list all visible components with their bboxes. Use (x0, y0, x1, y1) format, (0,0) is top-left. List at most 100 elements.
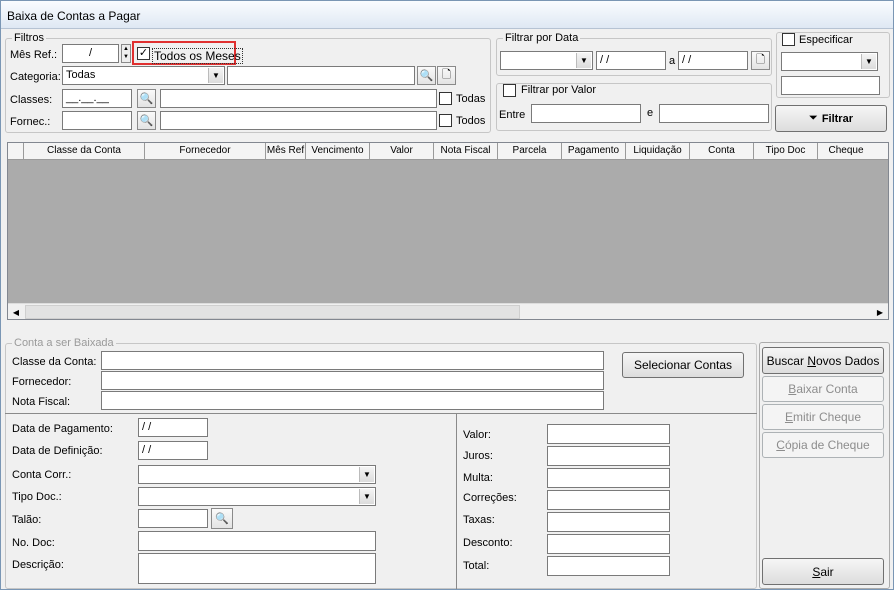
document-icon[interactable]: 🗋 (437, 66, 456, 85)
fornecedor-label: Fornecedor: (12, 376, 72, 388)
juros-input[interactable] (547, 446, 670, 466)
tipo-doc-select[interactable]: ▼ (138, 487, 376, 506)
data-type-select[interactable]: ▼ (500, 51, 593, 70)
data-pagamento-label: Data de Pagamento: (12, 423, 113, 435)
column-divider (456, 413, 457, 589)
grid-col-fornecedor[interactable]: Fornecedor (145, 143, 266, 159)
chevron-down-icon[interactable]: ▼ (359, 467, 374, 482)
especificar-checkbox[interactable] (782, 33, 795, 46)
classes-description[interactable] (160, 89, 437, 108)
contas-grid[interactable]: Classe da Conta Fornecedor Mês Ref Venci… (7, 142, 889, 320)
todos-meses-label[interactable]: Todos os Meses (152, 48, 243, 64)
grid-col-pagamento[interactable]: Pagamento (562, 143, 626, 159)
fornec-label: Fornec.: (10, 116, 51, 128)
scroll-right-icon[interactable]: ▶ (872, 304, 888, 320)
grid-col-selector[interactable] (8, 143, 24, 159)
mes-ref-spinner[interactable]: ▲ ▼ (121, 44, 131, 63)
grid-col-valor[interactable]: Valor (370, 143, 434, 159)
sair-label-accel: S (812, 564, 821, 579)
no-doc-input[interactable] (138, 531, 376, 551)
grid-col-conta[interactable]: Conta (690, 143, 754, 159)
copia-cheque-button[interactable]: Cópia de Cheque (762, 432, 884, 458)
conta-corr-label: Conta Corr.: (12, 469, 72, 481)
buscar-label-accel: N (807, 353, 816, 368)
binoculars-icon[interactable]: 🔍 (417, 66, 436, 85)
valor-input[interactable] (547, 424, 670, 444)
chevron-down-icon[interactable]: ▼ (208, 68, 223, 83)
especificar-select[interactable]: ▼ (781, 52, 878, 71)
desconto-input[interactable] (547, 534, 670, 554)
grid-col-liquidacao[interactable]: Liquidação (626, 143, 690, 159)
grid-col-classe[interactable]: Classe da Conta (24, 143, 145, 159)
funnel-icon: ⏷ (809, 112, 818, 124)
emitir-cheque-button[interactable]: Emitir Cheque (762, 404, 884, 430)
classes-todas-checkbox[interactable] (439, 92, 452, 105)
filtrar-button[interactable]: ⏷ Filtrar (775, 105, 887, 132)
binoculars-icon[interactable]: 🔍 (137, 111, 156, 130)
spin-down-icon[interactable]: ▼ (122, 53, 130, 61)
grid-header: Classe da Conta Fornecedor Mês Ref Venci… (8, 143, 888, 160)
talao-input[interactable] (138, 509, 208, 528)
date-to-input[interactable]: / / (678, 51, 748, 70)
multa-input[interactable] (547, 468, 670, 488)
selecionar-contas-button[interactable]: Selecionar Contas (622, 352, 744, 378)
grid-col-vencimento[interactable]: Vencimento (306, 143, 370, 159)
especificar-input[interactable] (781, 76, 880, 95)
fornec-description[interactable] (160, 111, 437, 130)
a-label: a (669, 55, 676, 67)
grid-col-mes-ref[interactable]: Mês Ref (266, 143, 306, 159)
categoria-description[interactable] (227, 66, 415, 85)
descricao-input[interactable] (138, 553, 376, 584)
descricao-label: Descrição: (12, 559, 64, 571)
filtrar-valor-checkbox[interactable] (503, 84, 516, 97)
chevron-down-icon[interactable]: ▼ (576, 53, 591, 68)
sair-button[interactable]: Sair (762, 558, 884, 585)
todos-meses-checkbox[interactable]: ✓ (137, 47, 150, 60)
filtrar-valor-label[interactable]: Filtrar por Valor (519, 84, 598, 96)
filtrar-button-label: Filtrar (821, 112, 853, 125)
mes-ref-input[interactable]: / (62, 44, 119, 63)
buscar-novos-dados-button[interactable]: Buscar Novos Dados (762, 347, 884, 374)
classes-input[interactable]: __.__.__ (62, 89, 132, 108)
grid-col-nota-fiscal[interactable]: Nota Fiscal (434, 143, 498, 159)
grid-col-cheque[interactable]: Cheque (818, 143, 874, 159)
fornecedor-input[interactable] (101, 371, 604, 390)
correcoes-input[interactable] (547, 490, 670, 510)
valor-max-input[interactable] (659, 104, 769, 123)
nota-fiscal-input[interactable] (101, 391, 604, 410)
total-input[interactable] (547, 556, 670, 576)
grid-body[interactable] (8, 160, 888, 303)
spin-up-icon[interactable]: ▲ (122, 45, 130, 53)
conta-corr-select[interactable]: ▼ (138, 465, 376, 484)
baixar-conta-button[interactable]: Baixar Conta (762, 376, 884, 402)
fornec-input[interactable] (62, 111, 132, 130)
especificar-label[interactable]: Especificar (797, 34, 855, 46)
baixar-label-accel: B (788, 382, 797, 396)
classe-conta-input[interactable] (101, 351, 604, 370)
filtros-legend: Filtros (14, 32, 44, 44)
binoculars-icon[interactable]: 🔍 (137, 89, 156, 108)
grid-col-tipo-doc[interactable]: Tipo Doc (754, 143, 818, 159)
chevron-down-icon[interactable]: ▼ (861, 54, 876, 69)
data-definicao-input[interactable]: / / (138, 441, 208, 460)
binoculars-icon[interactable]: 🔍 (211, 508, 233, 529)
window-title: Baixa de Contas a Pagar (7, 9, 141, 23)
categoria-select[interactable]: Todas ▼ (62, 66, 225, 85)
talao-label: Talão: (12, 514, 42, 526)
document-icon[interactable]: 🗋 (751, 51, 770, 70)
data-pagamento-input[interactable]: / / (138, 418, 208, 437)
date-from-input[interactable]: / / (596, 51, 666, 70)
desconto-label: Desconto: (463, 537, 513, 549)
total-label: Total: (463, 560, 490, 572)
chevron-down-icon[interactable]: ▼ (359, 489, 374, 504)
grid-col-parcela[interactable]: Parcela (498, 143, 562, 159)
scroll-left-icon[interactable]: ◀ (8, 304, 24, 320)
scroll-thumb[interactable] (25, 305, 520, 319)
title-bar: Baixa de Contas a Pagar (1, 1, 893, 29)
horizontal-scrollbar[interactable]: ◀ ▶ (8, 303, 888, 319)
buscar-label-pre: Buscar (766, 353, 808, 368)
taxas-input[interactable] (547, 512, 670, 532)
valor-min-input[interactable] (531, 104, 641, 123)
conta-baixada-legend: Conta a ser Baixada (14, 337, 114, 349)
fornec-todos-checkbox[interactable] (439, 114, 452, 127)
